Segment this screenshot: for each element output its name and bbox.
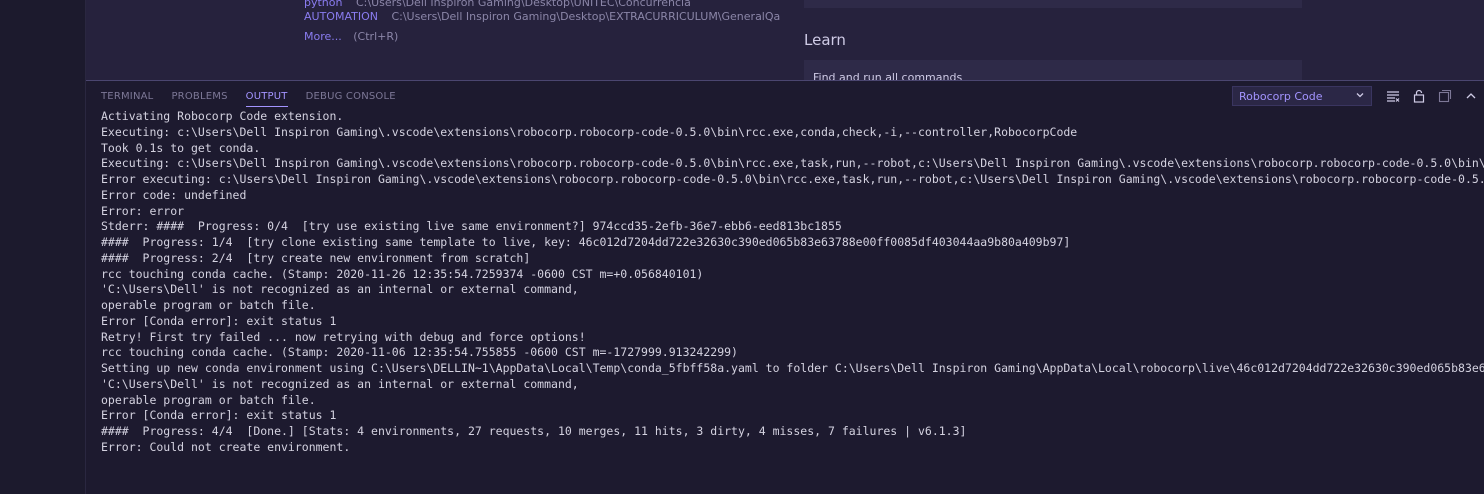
lock-scroll-icon[interactable]: [1409, 86, 1429, 106]
clear-output-icon[interactable]: [1383, 86, 1403, 106]
tab-problems[interactable]: PROBLEMS: [171, 90, 227, 106]
welcome-page: python C:\Users\Dell Inspiron Gaming\Des…: [86, 0, 1484, 80]
open-in-editor-icon[interactable]: [1435, 86, 1455, 106]
learn-heading: Learn: [804, 31, 846, 49]
output-log[interactable]: Activating Robocorp Code extension. Execu…: [101, 109, 1484, 456]
recent-item-python[interactable]: python C:\Users\Dell Inspiron Gaming\Des…: [304, 0, 691, 10]
output-line: 'C:\Users\Dell' is not recognized as an …: [101, 376, 579, 391]
output-line: #### Progress: 2/4 [try create new envir…: [101, 250, 531, 265]
output-line: #### Progress: 1/4 [try clone existing s…: [101, 235, 1071, 249]
learn-card-find-commands[interactable]: Find and run all commands: [804, 60, 1302, 80]
output-line: Executing: c:\Users\Dell Inspiron Gaming…: [101, 156, 1484, 171]
panel-tabs: TERMINAL PROBLEMS OUTPUT DEBUG CONSOLE: [101, 90, 396, 110]
output-line: rcc touching conda cache. (Stamp: 2020-1…: [101, 266, 704, 281]
output-line: Took 0.1s to get conda.: [101, 140, 261, 155]
recent-item-path: C:\Users\Dell Inspiron Gaming\Desktop\EX…: [391, 10, 781, 23]
more-recent-row: More... (Ctrl+R): [304, 30, 398, 44]
output-line: Error executing: c:\Users\Dell Inspiron …: [101, 172, 1484, 186]
recent-item-name[interactable]: AUTOMATION: [304, 10, 378, 23]
recent-item-path: C:\Users\Dell Inspiron Gaming\Desktop\UN…: [355, 0, 691, 9]
output-line: Stderr: #### Progress: 0/4 [try use exis…: [101, 219, 842, 234]
tab-debug-console[interactable]: DEBUG CONSOLE: [306, 90, 396, 106]
output-line: Setting up new conda environment using C…: [101, 361, 1484, 375]
output-line: Retry! First try failed ... now retrying…: [101, 329, 586, 344]
output-channel-select[interactable]: Robocorp Code: [1232, 86, 1372, 106]
output-line: Error code: undefined: [101, 187, 247, 202]
output-line: operable program or batch file.: [101, 392, 316, 407]
tab-output[interactable]: OUTPUT: [245, 90, 288, 107]
output-line: #### Progress: 4/4 [Done.] [Stats: 4 env…: [101, 424, 967, 438]
output-line: Activating Robocorp Code extension.: [101, 109, 344, 123]
output-line: Executing: c:\Users\Dell Inspiron Gaming…: [101, 124, 1078, 139]
output-line: operable program or batch file.: [101, 298, 316, 312]
output-line: Error: Could not create environment.: [101, 439, 351, 454]
output-line: Error [Conda error]: exit status 1: [101, 313, 337, 328]
more-recent-shortcut: (Ctrl+R): [353, 30, 399, 43]
welcome-card[interactable]: [804, 0, 1302, 8]
tab-terminal[interactable]: TERMINAL: [101, 90, 153, 106]
more-recent-link[interactable]: More...: [304, 30, 342, 43]
recent-item-automation[interactable]: AUTOMATION C:\Users\Dell Inspiron Gaming…: [304, 10, 780, 24]
output-line: rcc touching conda cache. (Stamp: 2020-1…: [101, 345, 738, 360]
activity-bar: [0, 0, 86, 494]
chevron-down-icon: [1355, 90, 1365, 103]
output-line: Error [Conda error]: exit status 1: [101, 408, 337, 423]
panel-actions: Robocorp Code: [1232, 86, 1484, 106]
vscode-window: python C:\Users\Dell Inspiron Gaming\Des…: [0, 0, 1484, 494]
output-channel-value: Robocorp Code: [1239, 89, 1323, 103]
maximize-panel-icon[interactable]: [1461, 86, 1481, 106]
bottom-panel: TERMINAL PROBLEMS OUTPUT DEBUG CONSOLE R…: [86, 80, 1484, 494]
output-line: 'C:\Users\Dell' is not recognized as an …: [101, 282, 579, 297]
recent-item-name[interactable]: python: [304, 0, 342, 9]
output-line: Error: error: [101, 203, 185, 218]
